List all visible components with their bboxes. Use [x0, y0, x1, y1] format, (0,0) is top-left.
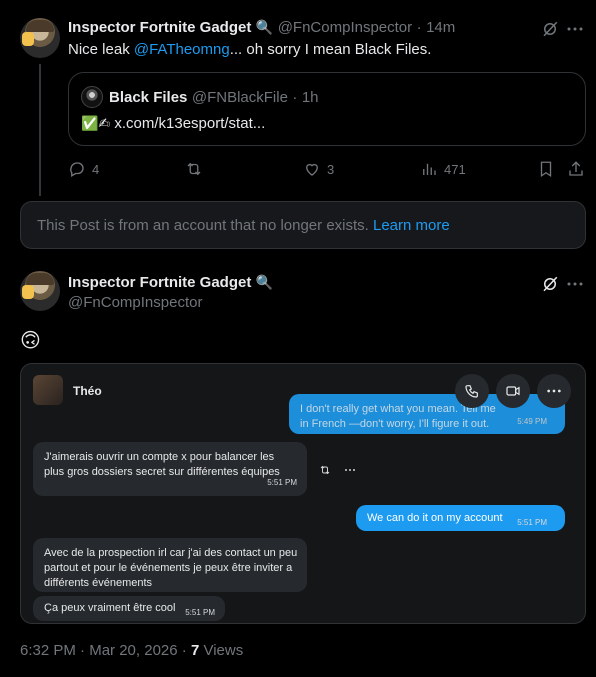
quoted-post[interactable]: Black Files @FNBlackFile · 1h ✅✍ x.com/k…: [68, 72, 586, 146]
video-call-button[interactable]: [496, 374, 530, 408]
tweet-text: Nice leak @FATheomng... oh sorry I mean …: [68, 41, 432, 58]
separator-dot: ·: [416, 19, 422, 36]
contact-avatar: [33, 375, 63, 405]
reply-icon: [70, 162, 84, 177]
more-icon[interactable]: [566, 22, 584, 36]
author-avatar[interactable]: [20, 271, 60, 311]
views-count: 7: [190, 642, 200, 659]
grok-icon[interactable]: [541, 20, 559, 38]
post-time[interactable]: 6:32 PM: [20, 642, 76, 659]
like-button[interactable]: 3: [303, 160, 334, 178]
action-bar: 4 3 471: [68, 160, 586, 180]
repost-button[interactable]: [185, 160, 209, 178]
heart-icon: [306, 163, 318, 176]
views-button[interactable]: 471: [420, 160, 466, 178]
author-name[interactable]: Inspector Fortnite Gadget: [68, 274, 251, 291]
views-label: Views: [203, 642, 244, 659]
repost-icon: [187, 162, 201, 176]
author-handle[interactable]: @FnCompInspector: [278, 19, 412, 36]
quote-link[interactable]: x.com/k13esport/stat...: [114, 115, 265, 132]
tweet-time[interactable]: 14m: [426, 19, 455, 36]
message-bubble-left: J'aimerais ouvrir un compte x pour balan…: [33, 442, 307, 496]
phone-icon: [465, 385, 478, 398]
share-icon[interactable]: [567, 160, 585, 178]
message-more-icon[interactable]: [344, 466, 356, 474]
mention-link[interactable]: @FATheomng: [134, 41, 230, 58]
author-name[interactable]: Inspector Fortnite Gadget: [68, 19, 251, 36]
message-bubble-left: Avec de la prospection irl car j'ai des …: [33, 538, 307, 592]
attached-image[interactable]: Théo I don't really get what you mean. T…: [20, 363, 586, 624]
post-date[interactable]: Mar 20, 2026: [89, 642, 177, 659]
removed-post-notice: This Post is from an account that no lon…: [20, 201, 586, 249]
contact-name: Théo: [73, 384, 102, 398]
more-icon: [547, 389, 561, 393]
message-bubble-right: We can do it on my account 5:51 PM: [356, 505, 565, 531]
video-icon: [506, 386, 520, 396]
quote-author-name[interactable]: Black Files: [109, 89, 187, 106]
thread-line: [39, 64, 41, 196]
reply-button[interactable]: 4: [68, 160, 99, 178]
post-metadata: 6:32 PM · Mar 20, 2026 · 7 Views: [20, 642, 244, 659]
check-writing-emoji: ✅✍: [81, 116, 111, 132]
quote-time[interactable]: 1h: [302, 89, 319, 106]
learn-more-link[interactable]: Learn more: [373, 217, 450, 234]
bookmark-icon[interactable]: [537, 160, 555, 178]
quote-avatar[interactable]: [81, 86, 103, 108]
author-handle[interactable]: @FnCompInspector: [68, 294, 202, 311]
upside-down-face-emoji: 🙃: [20, 328, 41, 352]
chat-more-button[interactable]: [537, 374, 571, 408]
author-avatar[interactable]: [20, 18, 60, 58]
grok-icon[interactable]: [541, 275, 559, 293]
magnifier-emoji: 🔍: [255, 20, 274, 36]
more-icon[interactable]: [566, 277, 584, 291]
separator-dot: ·: [292, 89, 298, 106]
quote-handle[interactable]: @FNBlackFile: [192, 89, 288, 106]
message-bubble-left: Ça peux vraiment être cool 5:51 PM: [33, 596, 225, 621]
magnifier-emoji: 🔍: [255, 275, 274, 291]
reply-arrow-icon[interactable]: [319, 464, 331, 476]
chart-icon: [423, 163, 436, 175]
call-button[interactable]: [455, 374, 489, 408]
